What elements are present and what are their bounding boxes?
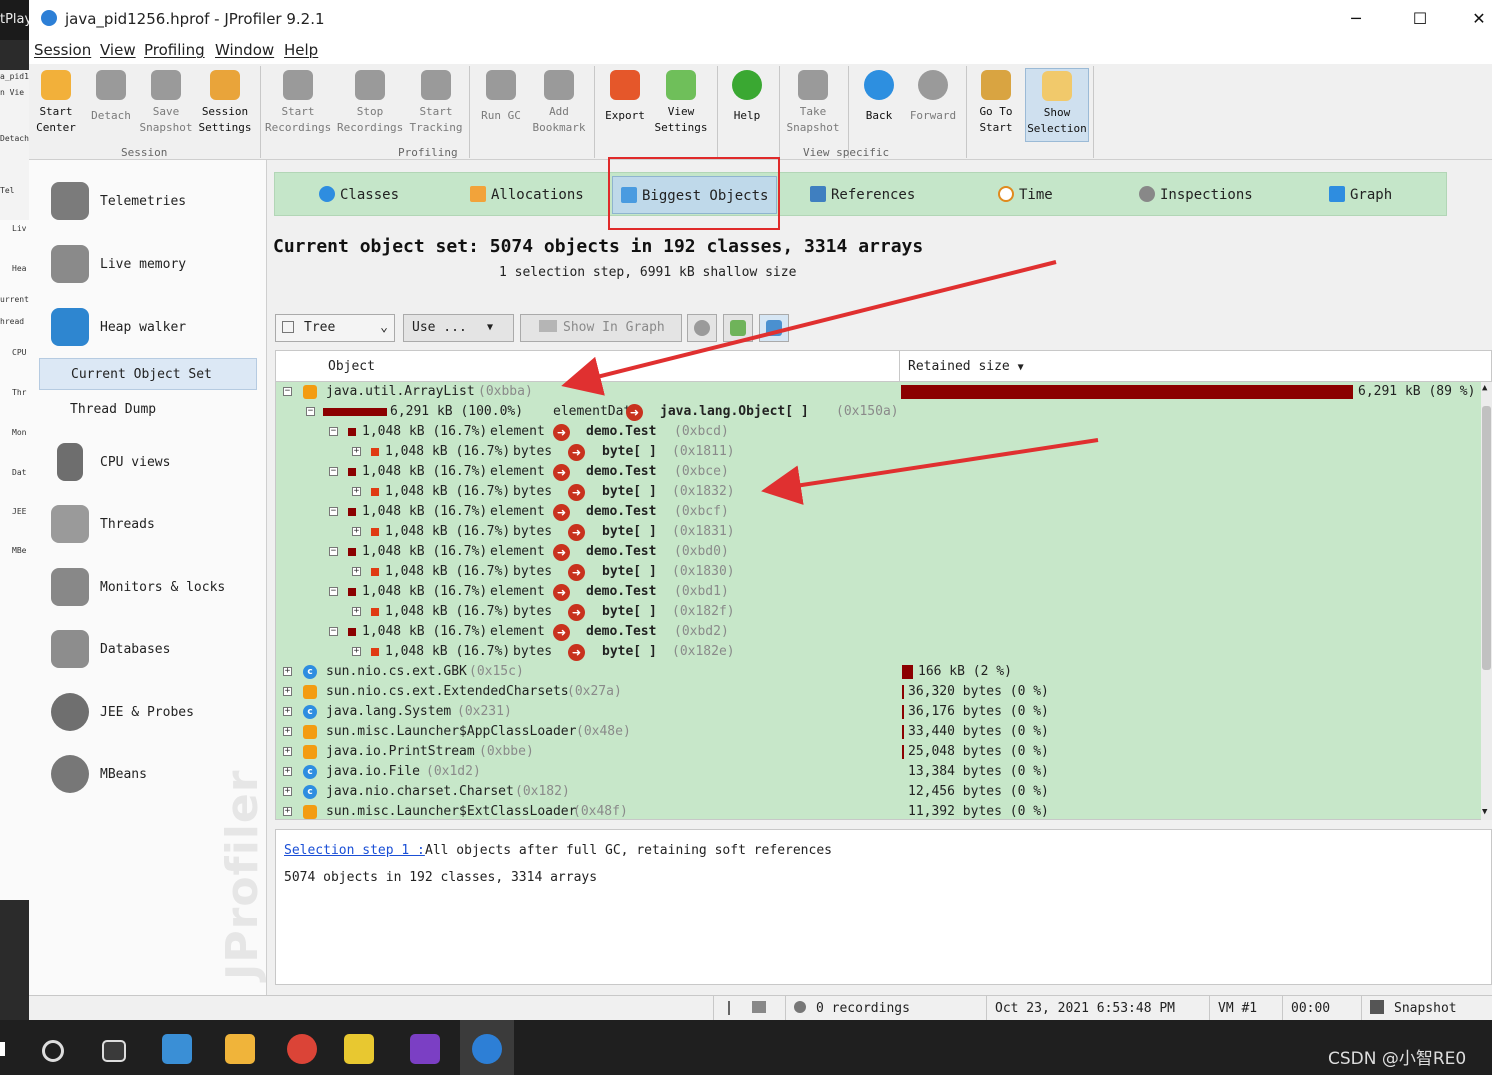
snapshot-disk-icon [1370,1000,1384,1014]
jprofiler-window: java_pid1256.hprof - JProfiler 9.2.1 ─ ☐… [29,0,1492,1021]
csdn-watermark: CSDN @小智RE0 [1328,1049,1467,1069]
status-recordings: 0 recordings [785,996,985,1021]
status-datetime: Oct 23, 2021 6:53:48 PM [986,996,1208,1021]
status-elapsed-time: 00:00 [1282,996,1360,1021]
store-icon[interactable] [162,1034,192,1064]
app-icon[interactable] [344,1034,374,1064]
bg-label: CPU [12,348,27,357]
selection-step-link[interactable]: Selection step 1 : [284,843,425,858]
bg-label: Dat [12,468,27,477]
bookmark-flag-icon [752,1001,766,1013]
bg-label: Detach [0,134,29,143]
task-view-icon[interactable] [102,1040,126,1062]
annotation-arrow [761,438,1099,505]
bg-label: Thr [12,388,27,397]
selection-object-count: 5074 objects in 192 classes, 3314 arrays [284,870,598,885]
bg-label: Hea [12,264,27,273]
os-taskbar: CSDN @小智RE0 [0,1020,1492,1075]
chrome-icon[interactable] [287,1034,317,1064]
recording-dot-icon [794,1001,806,1013]
bg-label: MBe [12,546,27,555]
intellij-icon[interactable] [410,1034,440,1064]
bg-label: tPlay [0,0,29,40]
status-bar: 0 recordings Oct 23, 2021 6:53:48 PM VM … [29,995,1492,1021]
status-mode: Snapshot [1361,996,1492,1021]
bg-label: a_pid1 [0,72,29,81]
file-explorer-icon[interactable] [225,1034,255,1064]
bg-window-sidebar: Liv Hea urrent hread CPU Thr Mon Dat JEE… [0,220,29,900]
selection-step-description: All objects after full GC, retaining sof… [425,843,832,858]
status-divider [713,996,714,1021]
pin-icon [728,1001,742,1015]
bg-label: n Vie [0,88,25,97]
jprofiler-taskbar-icon[interactable] [472,1034,502,1064]
status-text: 0 recordings [816,1001,910,1016]
selection-steps-panel: Selection step 1 : All objects after ful… [275,829,1492,985]
bg-window-panel: a_pid1 n Vie Detach Tel [0,70,29,220]
annotation-arrow [561,260,1057,396]
search-icon[interactable] [42,1040,64,1062]
background-window-strip: tPlay a_pid1 n Vie Detach Tel Liv Hea ur… [0,0,29,1020]
status-vm: VM #1 [1209,996,1281,1021]
bg-label: urrent [0,295,29,304]
bg-label: Mon [12,428,27,437]
status-text: Snapshot [1394,1001,1457,1016]
bg-label: Tel [0,186,15,195]
bg-label: JEE [12,507,27,516]
start-edge [0,1042,5,1056]
bg-label: hread [0,317,25,326]
bg-label: Liv [12,224,27,233]
